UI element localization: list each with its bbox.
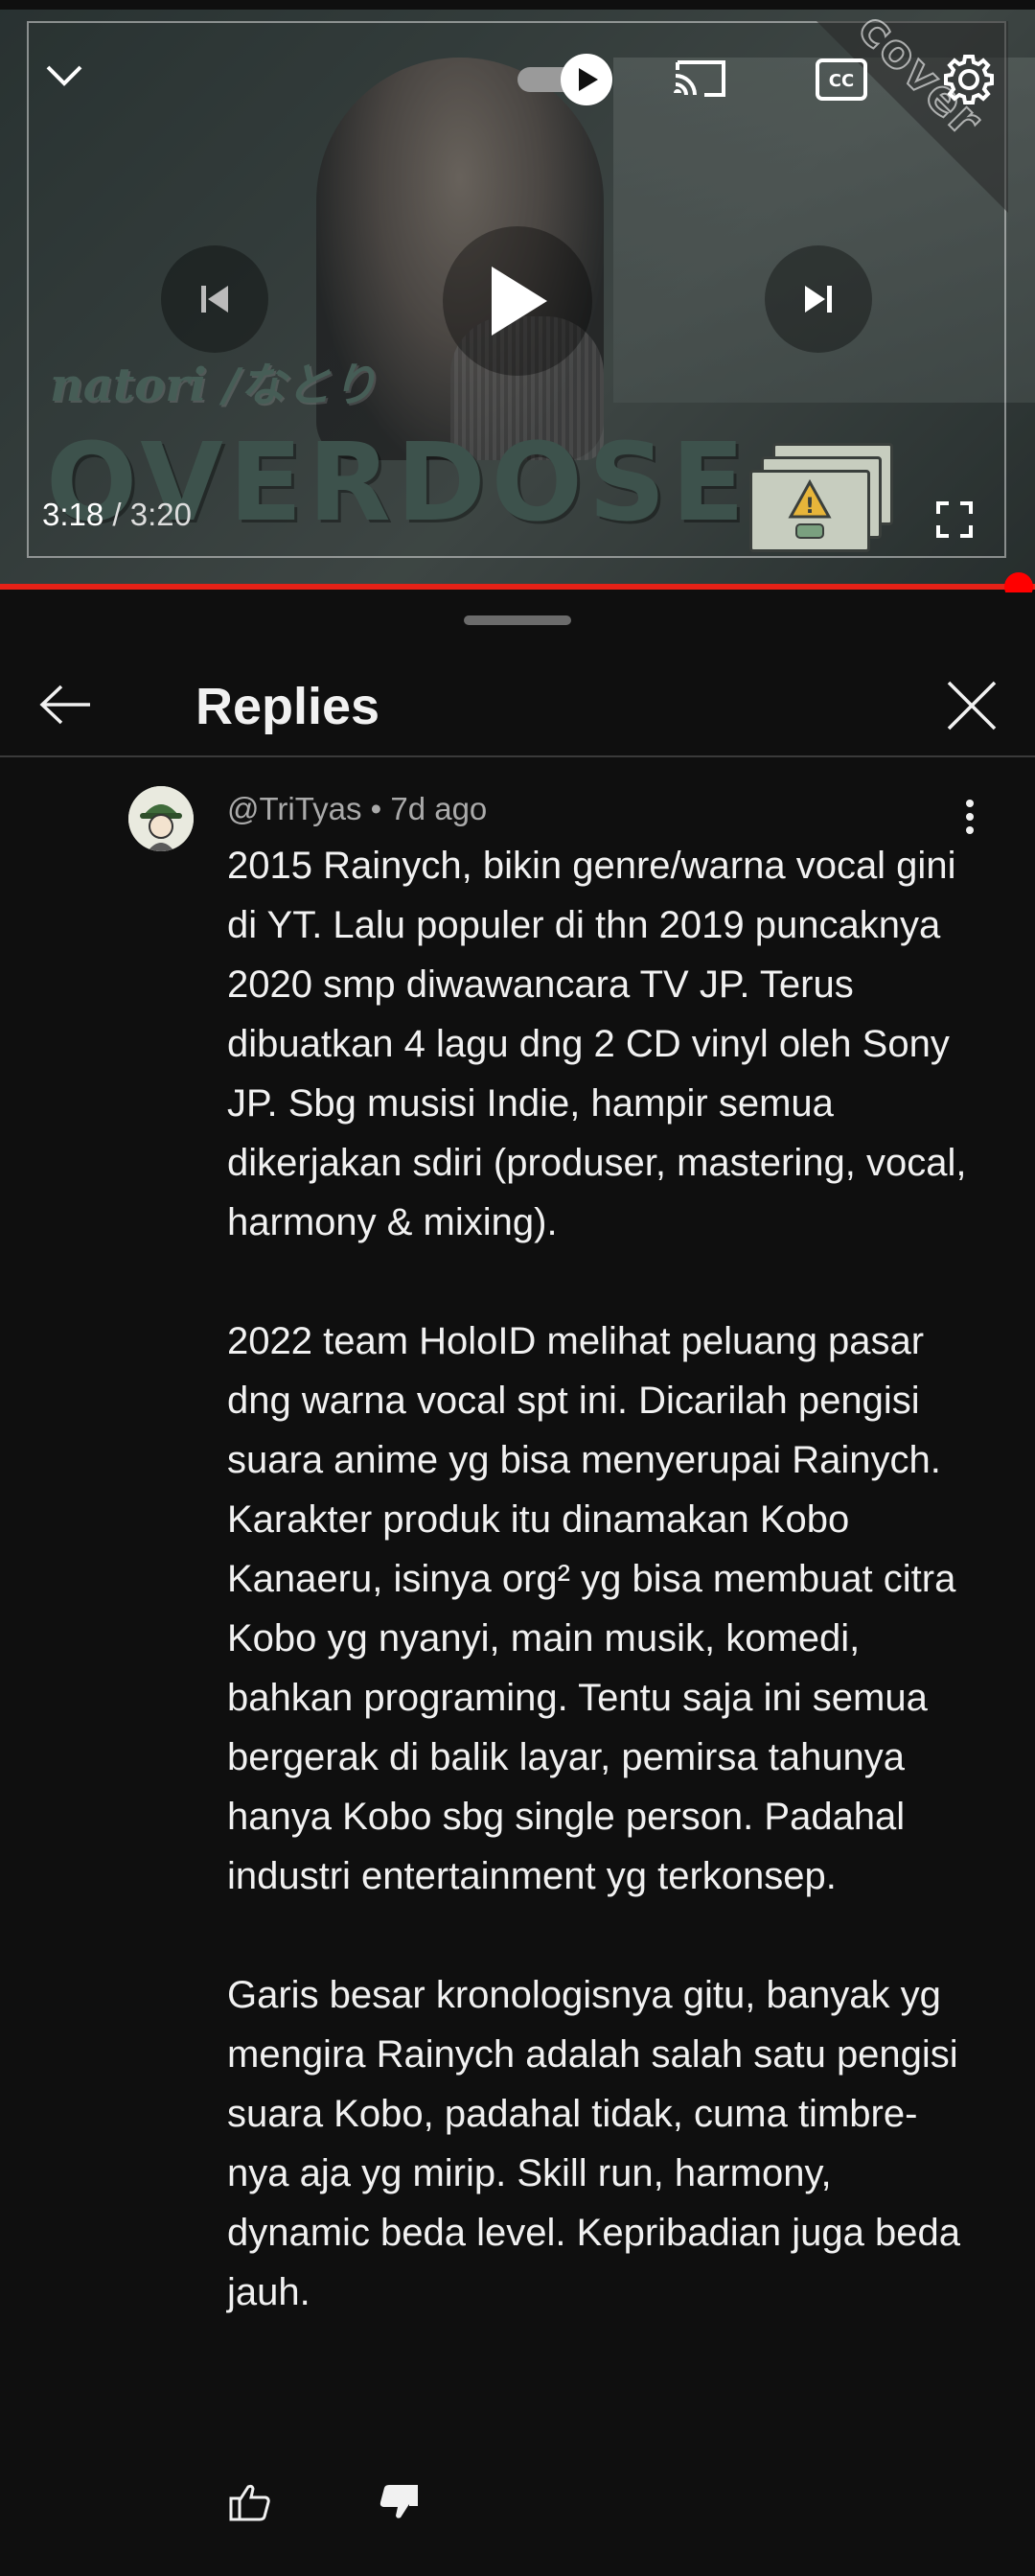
- thumbs-down-icon[interactable]: [376, 2479, 422, 2525]
- avatar[interactable]: [128, 786, 194, 851]
- comment-text: 2015 Rainych, bikin genre/warna vocal gi…: [227, 836, 975, 2322]
- svg-text:CC: CC: [829, 71, 854, 91]
- thumbs-up-icon[interactable]: [227, 2479, 273, 2525]
- comment-paragraph-2: 2022 team HoloID melihat peluang pasar d…: [227, 1320, 956, 1897]
- skip-next-icon[interactable]: [765, 245, 872, 353]
- time-display: 3:18 / 3:20: [42, 497, 192, 533]
- current-time: 3:18: [42, 497, 104, 532]
- autoplay-toggle-icon[interactable]: [516, 54, 619, 105]
- duration: 3:20: [129, 497, 192, 532]
- progress-bar[interactable]: [0, 584, 1035, 590]
- fullscreen-icon[interactable]: [932, 497, 978, 543]
- close-icon[interactable]: [935, 669, 1008, 742]
- thumbnail-artist-text: natori /なとり: [50, 359, 378, 412]
- comment-paragraph-1: 2015 Rainych, bikin genre/warna vocal gi…: [227, 845, 967, 1243]
- meta-dot: •: [361, 791, 391, 826]
- comment-time: 7d ago: [390, 791, 488, 826]
- play-icon[interactable]: [443, 226, 592, 376]
- svg-text:!: !: [805, 495, 815, 519]
- replies-title: Replies: [196, 678, 380, 735]
- cast-icon[interactable]: [671, 54, 730, 102]
- drag-handle[interactable]: [464, 615, 571, 625]
- replies-header: Replies: [0, 650, 1035, 755]
- gear-icon[interactable]: [939, 50, 999, 109]
- warning-windows-graphic: !: [749, 443, 893, 558]
- chevron-down-icon[interactable]: [38, 50, 90, 102]
- comment-paragraph-3: Garis besar kronologisnya gitu, banyak y…: [227, 1974, 960, 2313]
- skip-previous-icon[interactable]: [161, 245, 268, 353]
- replies-panel: Replies @TriTyas • 7d ago 2015 Rainych, …: [0, 592, 1035, 2576]
- comment-author[interactable]: @TriTyas: [227, 791, 361, 826]
- arrow-left-icon[interactable]: [27, 671, 104, 738]
- comment-meta: @TriTyas • 7d ago: [227, 791, 487, 827]
- closed-captions-icon[interactable]: CC: [815, 58, 868, 102]
- time-separator: /: [104, 497, 130, 532]
- header-divider: [0, 755, 1035, 757]
- video-player[interactable]: cover natori /なとり OVERDOSE ! CC 3:18 / 3…: [0, 0, 1035, 590]
